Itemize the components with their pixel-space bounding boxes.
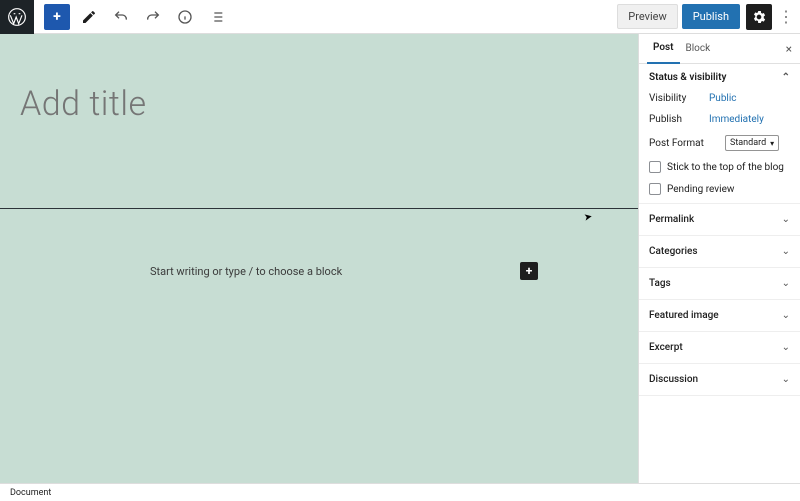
accordion-label: Permalink <box>649 214 694 225</box>
publish-value[interactable]: Immediately <box>709 114 764 125</box>
post-title-input[interactable] <box>20 84 618 124</box>
pending-review-row[interactable]: Pending review <box>649 183 790 195</box>
visibility-row[interactable]: Visibility Public <box>649 93 790 104</box>
panel-title: Status & visibility <box>649 72 726 83</box>
breadcrumb-document[interactable]: Document <box>10 488 51 498</box>
chevron-down-icon: ⌄ <box>782 374 790 385</box>
publish-row[interactable]: Publish Immediately <box>649 114 790 125</box>
chevron-down-icon: ⌄ <box>782 342 790 353</box>
post-format-value: Standard <box>730 138 766 148</box>
undo-button[interactable] <box>108 4 134 30</box>
pending-review-label: Pending review <box>667 184 734 195</box>
visibility-value[interactable]: Public <box>709 93 737 104</box>
wordpress-logo[interactable] <box>0 0 34 34</box>
tab-block[interactable]: Block <box>680 34 717 64</box>
gear-icon <box>751 9 767 25</box>
pencil-icon <box>81 9 97 25</box>
publish-label: Publish <box>649 114 709 125</box>
outline-button[interactable] <box>204 4 230 30</box>
sidebar-tabs: Post Block × <box>639 34 800 64</box>
tab-post[interactable]: Post <box>647 34 680 64</box>
inline-inserter-button[interactable]: + <box>520 262 538 280</box>
accordion-tags[interactable]: Tags ⌄ <box>639 268 800 300</box>
close-sidebar-button[interactable]: × <box>786 42 792 56</box>
chevron-up-icon: ⌃ <box>782 72 790 83</box>
chevron-down-icon: ▾ <box>770 139 774 148</box>
accordion-label: Featured image <box>649 310 719 321</box>
accordion-discussion[interactable]: Discussion ⌄ <box>639 364 800 396</box>
separator-block[interactable] <box>0 208 638 209</box>
accordion-categories[interactable]: Categories ⌄ <box>639 236 800 268</box>
stick-top-label: Stick to the top of the blog <box>667 162 784 173</box>
kebab-icon: ⋮ <box>778 7 794 26</box>
settings-button[interactable] <box>746 4 772 30</box>
post-format-select[interactable]: Standard ▾ <box>725 135 779 151</box>
stick-top-row[interactable]: Stick to the top of the blog <box>649 161 790 173</box>
redo-icon <box>145 9 161 25</box>
preview-button[interactable]: Preview <box>617 4 677 29</box>
accordion-featured-image[interactable]: Featured image ⌄ <box>639 300 800 332</box>
accordion-label: Categories <box>649 246 698 257</box>
status-visibility-panel: Status & visibility ⌃ Visibility Public … <box>639 64 800 204</box>
post-format-row: Post Format Standard ▾ <box>649 135 790 151</box>
chevron-down-icon: ⌄ <box>782 278 790 289</box>
editor-canvas[interactable]: ➤ Start writing or type / to choose a bl… <box>0 34 638 483</box>
paragraph-block[interactable]: Start writing or type / to choose a bloc… <box>150 262 538 280</box>
mouse-cursor-icon: ➤ <box>583 211 593 223</box>
top-toolbar: + Preview Publish ⋮ <box>0 0 800 34</box>
accordion-excerpt[interactable]: Excerpt ⌄ <box>639 332 800 364</box>
accordion-permalink[interactable]: Permalink ⌄ <box>639 204 800 236</box>
redo-button[interactable] <box>140 4 166 30</box>
chevron-down-icon: ⌄ <box>782 246 790 257</box>
footer-breadcrumb-bar: Document <box>0 483 800 501</box>
post-format-label: Post Format <box>649 138 725 149</box>
details-button[interactable] <box>172 4 198 30</box>
add-block-button[interactable]: + <box>44 4 70 30</box>
paragraph-placeholder: Start writing or type / to choose a bloc… <box>150 265 520 278</box>
info-icon <box>177 9 193 25</box>
accordion-label: Tags <box>649 278 671 289</box>
accordion-label: Excerpt <box>649 342 683 353</box>
status-visibility-toggle[interactable]: Status & visibility ⌃ <box>649 72 790 83</box>
wordpress-icon <box>7 7 27 27</box>
visibility-label: Visibility <box>649 93 709 104</box>
more-options-button[interactable]: ⋮ <box>776 4 796 30</box>
undo-icon <box>113 9 129 25</box>
settings-sidebar: Post Block × Status & visibility ⌃ Visib… <box>638 34 800 483</box>
publish-button[interactable]: Publish <box>682 4 740 29</box>
pending-review-checkbox[interactable] <box>649 183 661 195</box>
tools-button[interactable] <box>76 4 102 30</box>
stick-top-checkbox[interactable] <box>649 161 661 173</box>
accordion-label: Discussion <box>649 374 698 385</box>
chevron-down-icon: ⌄ <box>782 310 790 321</box>
list-icon <box>209 9 225 25</box>
chevron-down-icon: ⌄ <box>782 214 790 225</box>
